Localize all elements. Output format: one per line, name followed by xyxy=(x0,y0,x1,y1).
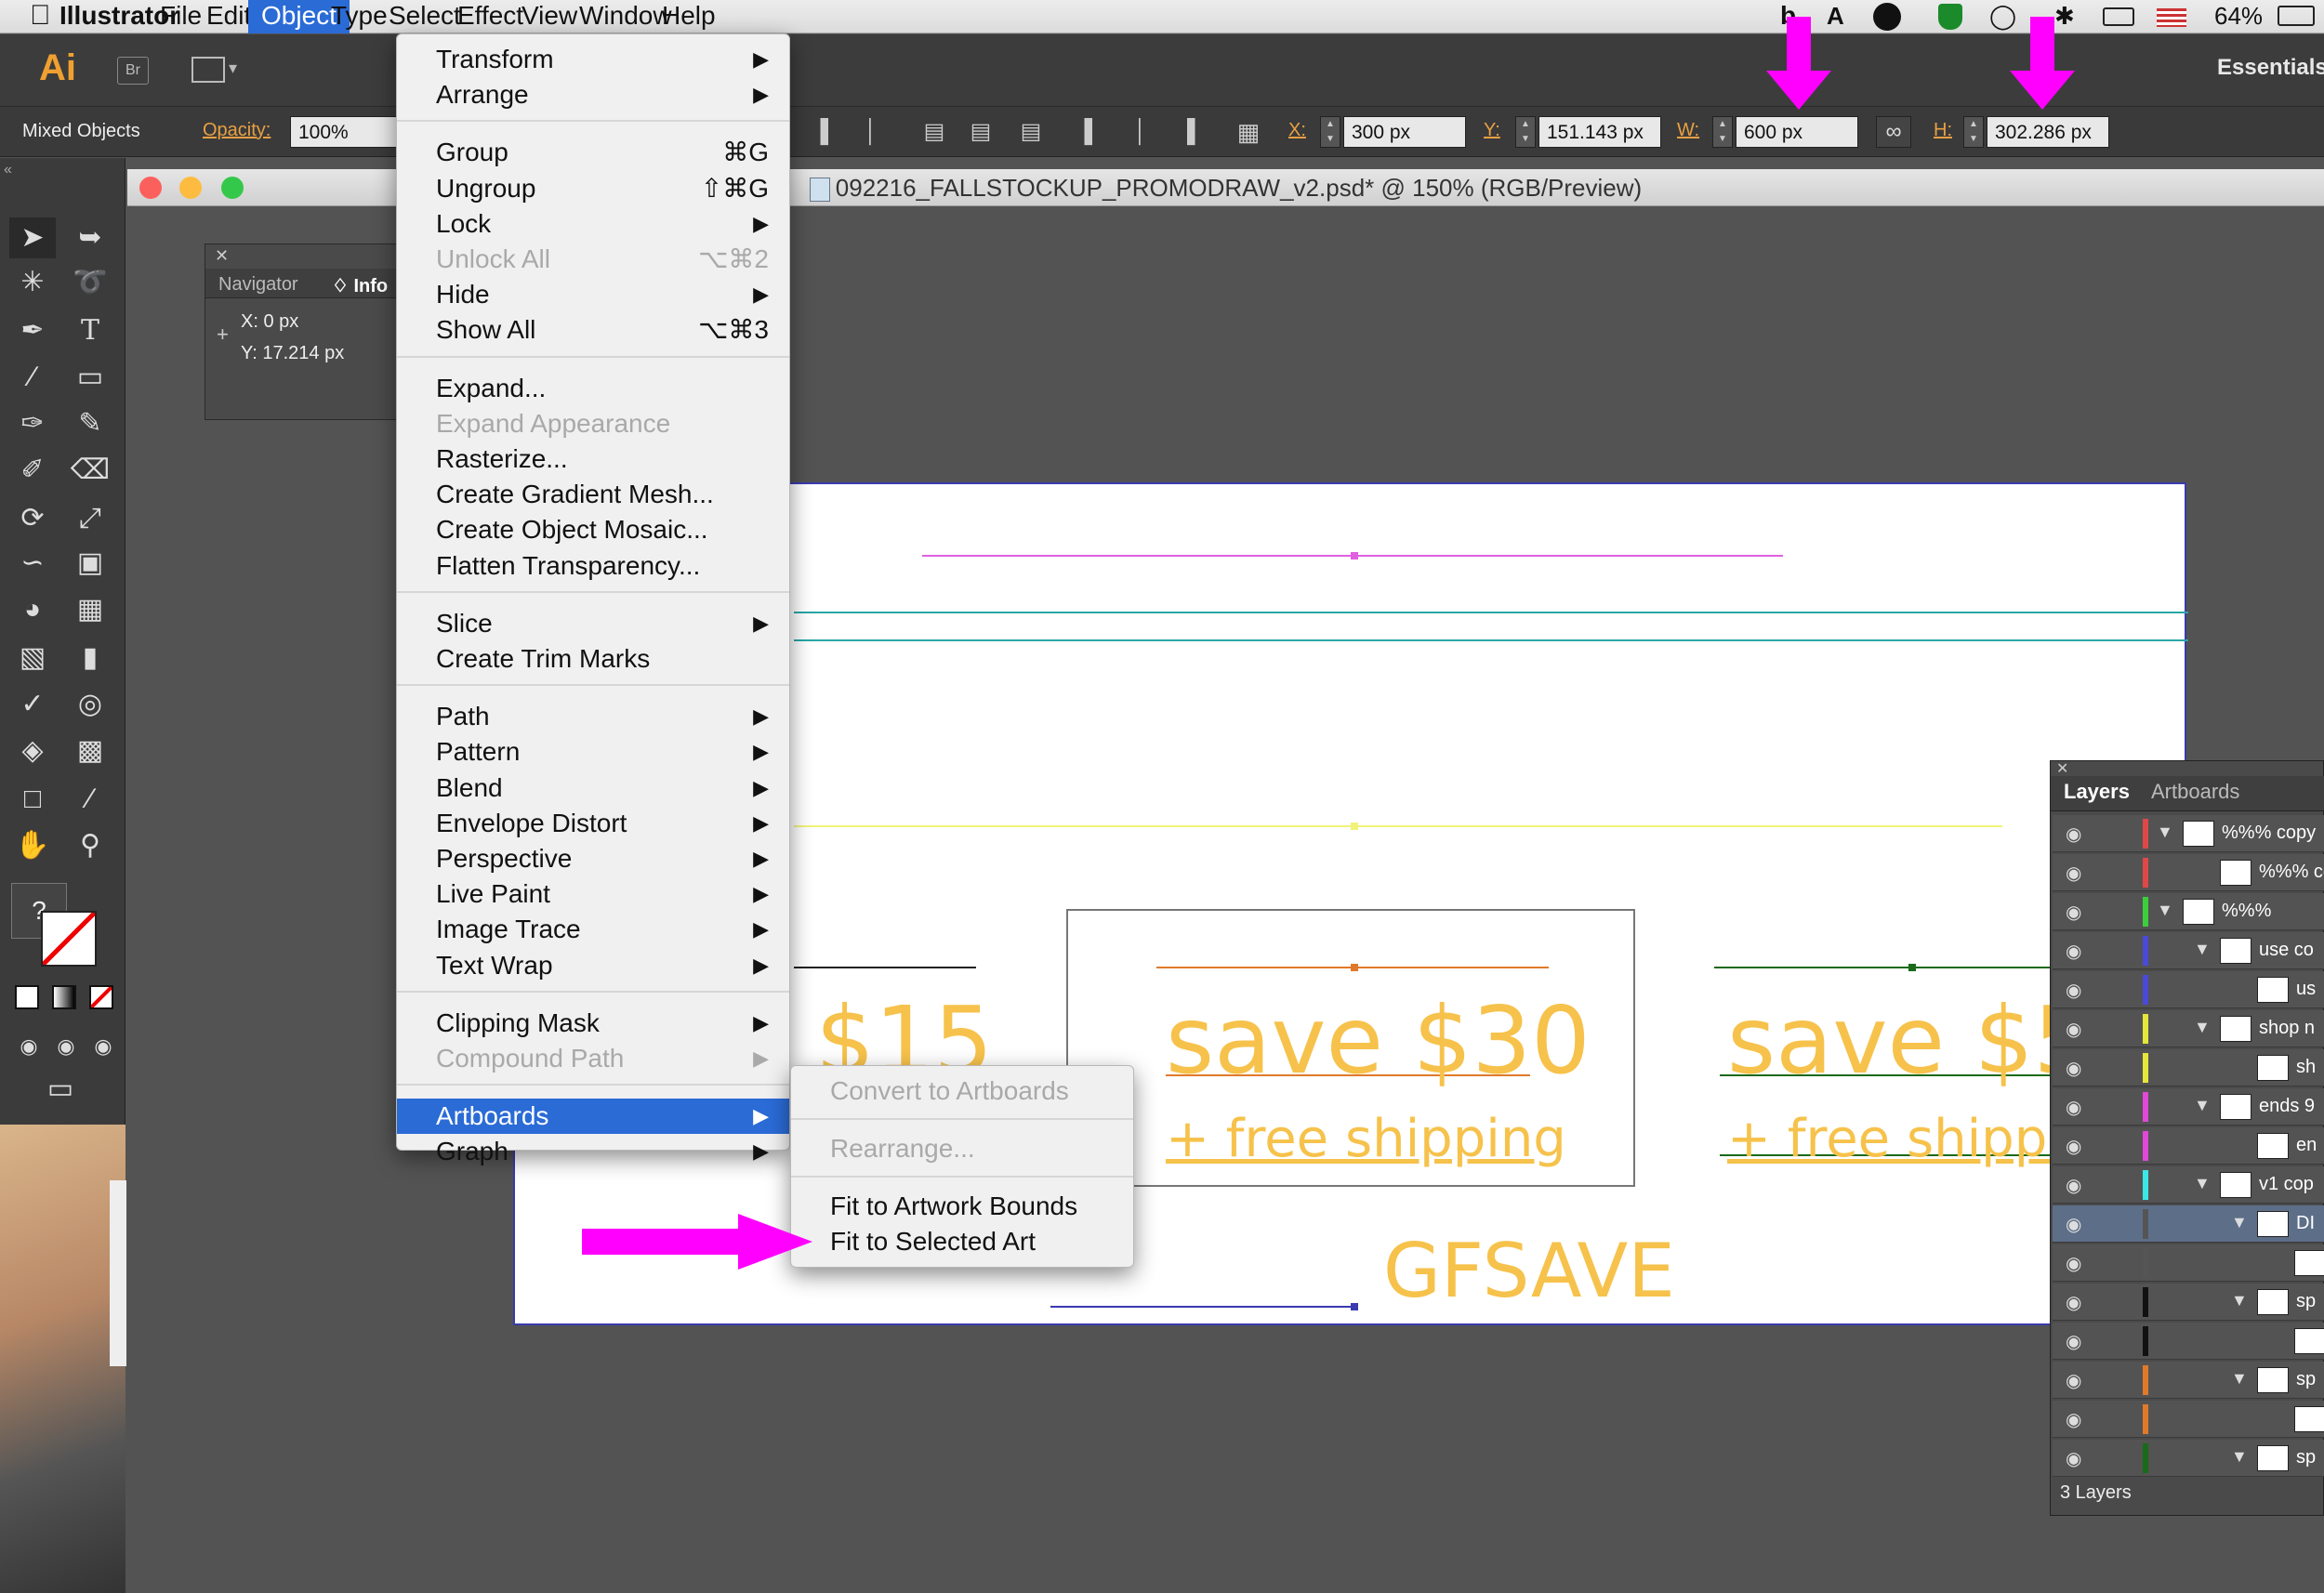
annotation-arrow-fit-selected xyxy=(582,1214,812,1270)
annotation-overlay xyxy=(582,17,2075,1270)
annotation-arrow-w xyxy=(1766,17,1831,110)
annotation-arrow-h xyxy=(2010,17,2075,110)
